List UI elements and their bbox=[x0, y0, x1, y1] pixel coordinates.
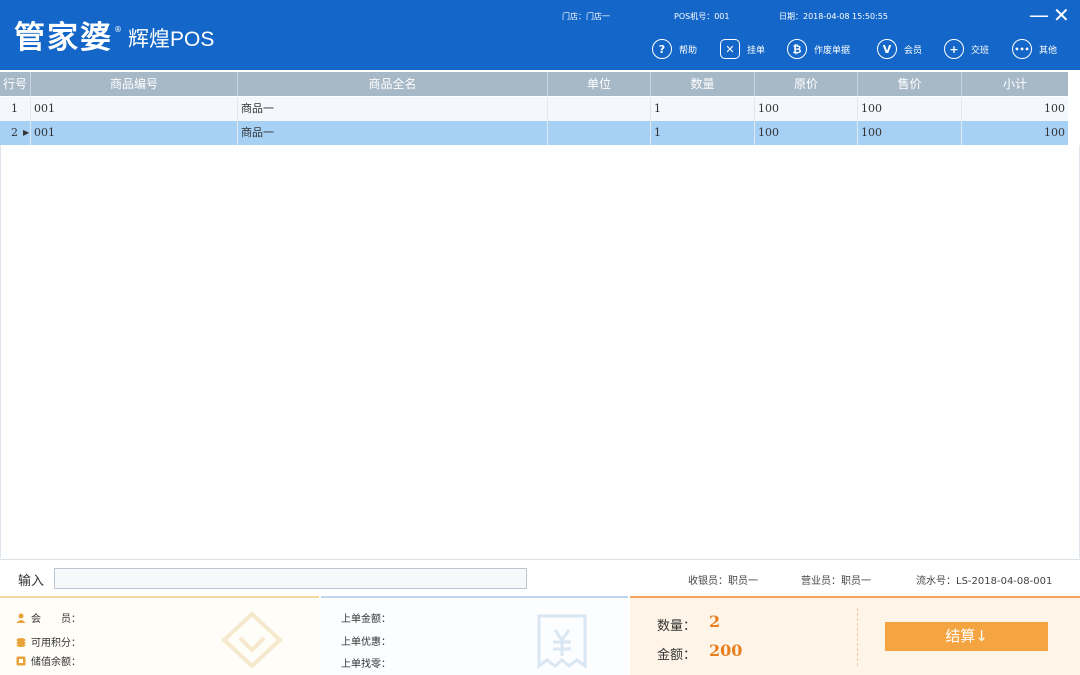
shift-handover-icon: + bbox=[944, 39, 964, 59]
cell-code: 001 bbox=[31, 97, 238, 121]
cell-original-price: 100 bbox=[755, 121, 858, 145]
help-label: 帮助 bbox=[679, 45, 698, 56]
points-label: 可用积分： bbox=[31, 638, 81, 649]
col-header-code[interactable]: 商品编号 bbox=[31, 72, 238, 96]
cell-sale-price: 100 bbox=[858, 121, 962, 145]
cashier-info: 收银员：职员一 bbox=[688, 576, 758, 587]
last-amount: 上单金额： bbox=[341, 614, 391, 625]
wallet-icon bbox=[16, 656, 26, 665]
cell-unit bbox=[548, 121, 651, 145]
more-icon: ••• bbox=[1012, 39, 1032, 59]
cell-subtotal: 100 bbox=[1044, 126, 1065, 139]
input-label: 输入 bbox=[18, 574, 45, 589]
cell-unit bbox=[548, 97, 651, 121]
app-logo: 管家婆 ® 辉煌POS bbox=[14, 20, 214, 56]
member-row: 会 员： bbox=[16, 610, 81, 625]
diamond-watermark-icon bbox=[221, 611, 283, 668]
qty-label: 数量： bbox=[657, 619, 697, 634]
member-label: 会员 bbox=[904, 45, 923, 56]
receipt-watermark-icon bbox=[537, 614, 587, 669]
store-info: 门店：门店一 bbox=[562, 12, 610, 21]
cell-name: 商品一 bbox=[238, 121, 548, 145]
cell-subtotal: 100 bbox=[1044, 102, 1065, 115]
cell-original-price: 100 bbox=[755, 97, 858, 121]
summary-panel: 数量： 2 金额： 200 结算↓ bbox=[630, 596, 1080, 675]
col-header-original-price[interactable]: 原价 bbox=[755, 72, 858, 96]
help-icon: ? bbox=[652, 39, 672, 59]
logo-brand: 管家婆 bbox=[14, 20, 113, 56]
close-button[interactable]: ✕ bbox=[1053, 4, 1070, 26]
current-row-arrow-icon: ▶ bbox=[23, 128, 30, 137]
cell-code: 001 bbox=[31, 121, 238, 145]
col-header-subtotal[interactable]: 小计 bbox=[962, 72, 1068, 96]
amount-value: 200 bbox=[709, 641, 743, 660]
date-time: 日期：2018-04-08 15:50:55 bbox=[779, 12, 888, 21]
balance-row: 储值余额： bbox=[16, 653, 81, 668]
last-discount: 上单优惠： bbox=[341, 637, 391, 648]
balance-label: 储值余额： bbox=[31, 657, 81, 668]
hold-order-label: 挂单 bbox=[747, 45, 766, 56]
col-header-line[interactable]: 行号 bbox=[0, 72, 31, 96]
void-document-icon: ₿ bbox=[787, 39, 807, 59]
col-header-sale-price[interactable]: 售价 bbox=[858, 72, 962, 96]
cell-line: 1 bbox=[0, 97, 31, 121]
minimize-button[interactable]: — bbox=[1029, 4, 1049, 26]
grid-empty-area[interactable] bbox=[0, 145, 1080, 558]
col-header-name[interactable]: 商品全名 bbox=[238, 72, 548, 96]
hold-order-icon: ✕ bbox=[720, 39, 740, 59]
member-icon: V bbox=[877, 39, 897, 59]
cell-qty: 1 bbox=[651, 97, 755, 121]
points-row: 可用积分： bbox=[16, 634, 81, 649]
coins-icon bbox=[16, 637, 26, 647]
input-bar: 输入 收银员：职员一 营业员：职员一 流水号：LS-2018-04-08-001 bbox=[0, 559, 1080, 597]
hold-order-button[interactable]: ✕ 挂单 bbox=[720, 37, 765, 61]
grid-header: 行号 商品编号 商品全名 单位 数量 原价 售价 小计 bbox=[0, 72, 1068, 96]
void-document-button[interactable]: ₿ 作废单据 bbox=[787, 37, 850, 61]
more-button[interactable]: ••• 其他 bbox=[1012, 37, 1057, 61]
table-row-selected[interactable]: 2 ▶ 001 商品一 1 100 100 100 bbox=[0, 121, 1068, 145]
barcode-input[interactable] bbox=[54, 568, 527, 589]
member-label: 会 员： bbox=[31, 614, 81, 625]
cell-sale-price: 100 bbox=[858, 97, 962, 121]
last-order-panel: 上单金额： 上单优惠： 上单找零： bbox=[321, 596, 628, 675]
pos-number: POS机号：001 bbox=[674, 12, 730, 21]
table-row[interactable]: 1 001 商品一 1 100 100 100 bbox=[0, 97, 1068, 121]
col-header-qty[interactable]: 数量 bbox=[651, 72, 755, 96]
more-label: 其他 bbox=[1039, 45, 1058, 56]
qty-value: 2 bbox=[709, 612, 721, 631]
amount-label: 金额： bbox=[657, 648, 697, 663]
cell-qty: 1 bbox=[651, 121, 755, 145]
logo-product-name: 辉煌POS bbox=[128, 28, 215, 51]
registered-mark: ® bbox=[114, 25, 122, 34]
help-button[interactable]: ? 帮助 bbox=[652, 37, 697, 61]
title-bar: 管家婆 ® 辉煌POS 门店：门店一 POS机号：001 日期：2018-04-… bbox=[0, 0, 1080, 70]
salesperson-info: 营业员：职员一 bbox=[801, 576, 871, 587]
shift-handover-label: 交班 bbox=[971, 45, 990, 56]
col-header-unit[interactable]: 单位 bbox=[548, 72, 651, 96]
member-button[interactable]: V 会员 bbox=[877, 37, 922, 61]
person-icon bbox=[16, 613, 26, 623]
serial-number: 流水号：LS-2018-04-08-001 bbox=[916, 576, 1053, 587]
void-document-label: 作废单据 bbox=[814, 45, 851, 56]
cell-name: 商品一 bbox=[238, 97, 548, 121]
summary-divider bbox=[857, 608, 858, 666]
settle-button[interactable]: 结算↓ bbox=[885, 622, 1048, 651]
last-change: 上单找零： bbox=[341, 659, 391, 670]
shift-handover-button[interactable]: + 交班 bbox=[944, 37, 989, 61]
member-panel: 会 员： 可用积分： 储值余额： bbox=[0, 596, 319, 675]
